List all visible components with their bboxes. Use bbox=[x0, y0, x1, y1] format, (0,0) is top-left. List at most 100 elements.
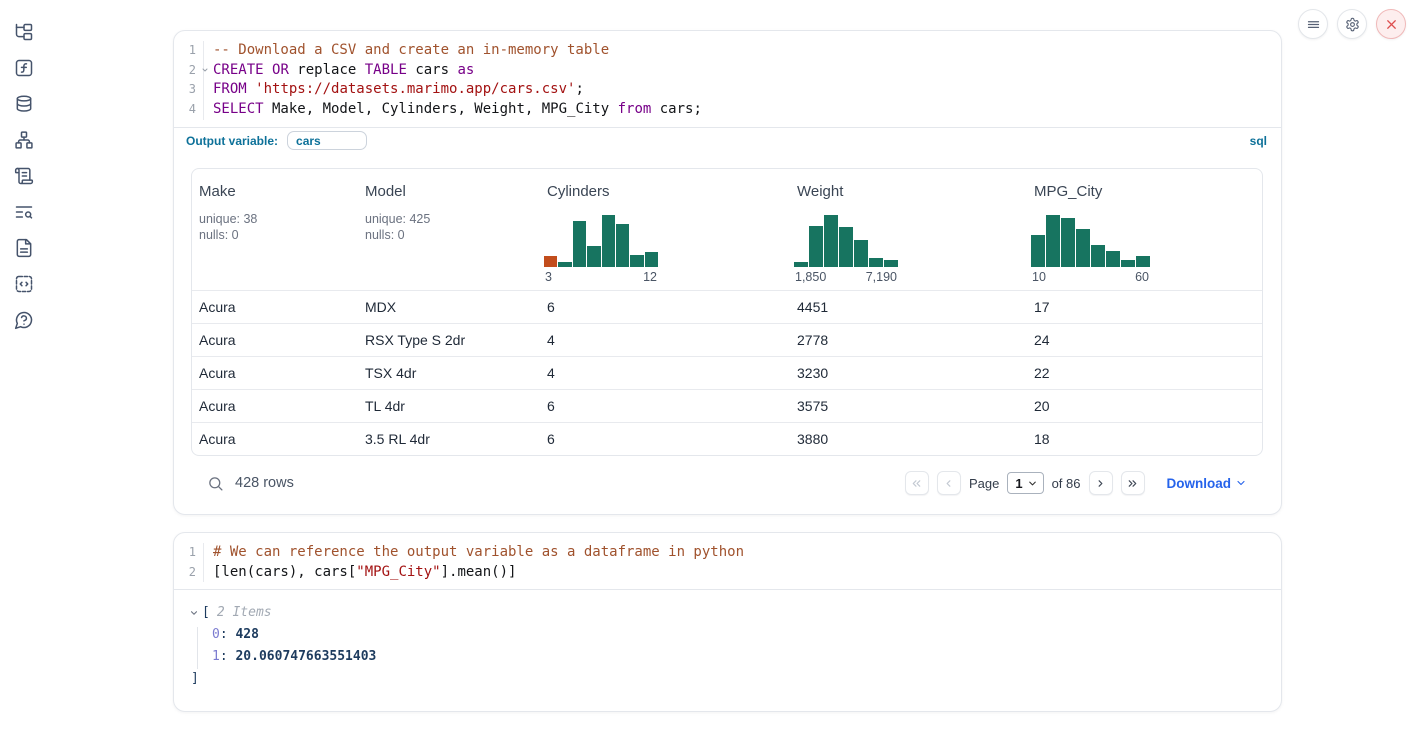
documentation-icon[interactable] bbox=[14, 238, 34, 258]
snippets-icon[interactable] bbox=[14, 274, 34, 294]
row-count: 428 rows bbox=[235, 475, 294, 491]
table-cell: Acura bbox=[192, 398, 358, 414]
histogram-bar[interactable] bbox=[869, 258, 883, 267]
histogram-bar[interactable] bbox=[573, 221, 586, 267]
tree-collapse-icon[interactable] bbox=[189, 608, 199, 618]
histogram-bar[interactable] bbox=[1046, 215, 1060, 267]
code-line[interactable]: 2CREATE OR replace TABLE cars as bbox=[174, 61, 1281, 81]
output-variable-input[interactable] bbox=[287, 131, 367, 150]
table-row[interactable]: AcuraTL 4dr6357520 bbox=[192, 389, 1262, 422]
table-cell: 4451 bbox=[790, 299, 1027, 315]
table-cell: 22 bbox=[1027, 365, 1262, 381]
histogram-bar[interactable] bbox=[558, 262, 571, 267]
search-icon[interactable] bbox=[207, 475, 224, 492]
scratchpad-icon[interactable] bbox=[14, 166, 34, 186]
menu-icon[interactable] bbox=[1298, 9, 1328, 39]
output-variable-bar: Output variable: sql bbox=[174, 127, 1281, 154]
column-header: Cylinders 3 12 bbox=[540, 169, 790, 290]
histogram-bar[interactable] bbox=[839, 227, 853, 267]
histogram-bar[interactable] bbox=[794, 262, 808, 267]
table-cell: 6 bbox=[540, 398, 790, 414]
language-badge[interactable]: sql bbox=[1250, 134, 1267, 148]
histogram-bar[interactable] bbox=[1106, 251, 1120, 267]
function-square-icon[interactable] bbox=[14, 58, 34, 78]
table-cell: 3575 bbox=[790, 398, 1027, 414]
python-code-editor[interactable]: 1# We can reference the output variable … bbox=[174, 533, 1281, 589]
next-page-button[interactable] bbox=[1089, 471, 1113, 495]
code-line[interactable]: 1# We can reference the output variable … bbox=[174, 543, 1281, 563]
tree-entry[interactable]: 1: 20.060747663551403 bbox=[189, 646, 1281, 668]
histogram-max-label: 12 bbox=[643, 270, 657, 284]
table-cell: Acura bbox=[192, 365, 358, 381]
column-stats: unique: 425nulls: 0 bbox=[365, 211, 540, 244]
fold-chevron-icon[interactable] bbox=[201, 66, 209, 74]
tree-entry[interactable]: 0: 428 bbox=[189, 624, 1281, 646]
code-line[interactable]: 3FROM 'https://datasets.marimo.app/cars.… bbox=[174, 80, 1281, 100]
table-row[interactable]: Acura3.5 RL 4dr6388018 bbox=[192, 422, 1262, 455]
table-header-row: Makeunique: 38nulls: 0 Model unique: 425nu… bbox=[192, 169, 1262, 290]
column-name[interactable]: Make bbox=[199, 183, 358, 200]
histogram-bar[interactable] bbox=[602, 215, 615, 267]
dependency-graph-icon[interactable] bbox=[14, 130, 34, 150]
histogram-bar[interactable] bbox=[854, 240, 868, 267]
histogram-min-label: 1,850 bbox=[795, 270, 826, 284]
column-header: Makeunique: 38nulls: 0 bbox=[192, 169, 358, 290]
table-cell: TL 4dr bbox=[358, 398, 540, 414]
sql-code-editor[interactable]: 1-- Download a CSV and create an in-memo… bbox=[174, 31, 1281, 127]
logs-search-icon[interactable] bbox=[14, 202, 34, 222]
table-row[interactable]: AcuraTSX 4dr4323022 bbox=[192, 356, 1262, 389]
histogram-min-label: 3 bbox=[545, 270, 552, 284]
histogram-bar[interactable] bbox=[587, 246, 600, 267]
column-histogram[interactable]: 3 12 bbox=[544, 215, 658, 284]
table-row[interactable]: AcuraMDX6445117 bbox=[192, 290, 1262, 323]
histogram-bar[interactable] bbox=[1091, 245, 1105, 267]
file-tree-icon[interactable] bbox=[14, 22, 34, 42]
histogram-bar[interactable] bbox=[1136, 256, 1150, 267]
histogram-bar[interactable] bbox=[645, 252, 658, 267]
page-select[interactable]: 1 bbox=[1007, 472, 1043, 494]
table-cell: 3230 bbox=[790, 365, 1027, 381]
previous-page-button[interactable] bbox=[937, 471, 961, 495]
column-name[interactable]: Cylinders bbox=[547, 183, 790, 200]
help-chat-icon[interactable] bbox=[14, 310, 34, 330]
sql-output-area: Makeunique: 38nulls: 0 Model unique: 425nu… bbox=[174, 154, 1281, 511]
python-output-tree: [ 2 Items 0: 4281: 20.060747663551403 ] bbox=[174, 589, 1281, 708]
last-page-button[interactable] bbox=[1121, 471, 1145, 495]
database-icon[interactable] bbox=[14, 94, 34, 114]
histogram-min-label: 10 bbox=[1032, 270, 1046, 284]
settings-gear-icon[interactable] bbox=[1337, 9, 1367, 39]
table-row[interactable]: AcuraRSX Type S 2dr4277824 bbox=[192, 323, 1262, 356]
histogram-bar[interactable] bbox=[1121, 260, 1135, 267]
line-number: 2 bbox=[174, 563, 204, 583]
column-name[interactable]: MPG_City bbox=[1034, 183, 1262, 200]
python-cell: 1# We can reference the output variable … bbox=[173, 532, 1282, 712]
histogram-bar[interactable] bbox=[1076, 229, 1090, 266]
shutdown-close-icon[interactable] bbox=[1376, 9, 1406, 39]
histogram-bar[interactable] bbox=[884, 260, 898, 267]
histogram-bar[interactable] bbox=[1061, 218, 1075, 266]
table-cell: 3880 bbox=[790, 431, 1027, 447]
table-cell: RSX Type S 2dr bbox=[358, 332, 540, 348]
column-name[interactable]: Model bbox=[365, 183, 540, 200]
code-line[interactable]: 1-- Download a CSV and create an in-memo… bbox=[174, 41, 1281, 61]
histogram-bar[interactable] bbox=[824, 215, 838, 267]
table-cell: 3.5 RL 4dr bbox=[358, 431, 540, 447]
code-line[interactable]: 2[len(cars), cars["MPG_City"].mean()] bbox=[174, 563, 1281, 583]
page-total-label: of 86 bbox=[1052, 476, 1081, 491]
code-line[interactable]: 4SELECT Make, Model, Cylinders, Weight, … bbox=[174, 100, 1281, 120]
first-page-button[interactable] bbox=[905, 471, 929, 495]
table-cell: 17 bbox=[1027, 299, 1262, 315]
histogram-bar[interactable] bbox=[1031, 235, 1045, 267]
chevron-down-icon bbox=[1027, 478, 1038, 489]
column-histogram[interactable]: 1060 bbox=[1031, 215, 1150, 284]
histogram-bar[interactable] bbox=[809, 226, 823, 267]
histogram-bar[interactable] bbox=[616, 224, 629, 267]
column-histogram[interactable]: 1,8507,190 bbox=[794, 215, 898, 284]
tree-close-bracket: ] bbox=[189, 668, 1281, 690]
histogram-bar[interactable] bbox=[544, 256, 557, 266]
line-number: 2 bbox=[174, 61, 204, 81]
download-button[interactable]: Download bbox=[1167, 476, 1248, 491]
histogram-bar[interactable] bbox=[630, 255, 643, 266]
tree-items-count: 2 Items bbox=[210, 602, 272, 624]
column-name[interactable]: Weight bbox=[797, 183, 1027, 200]
